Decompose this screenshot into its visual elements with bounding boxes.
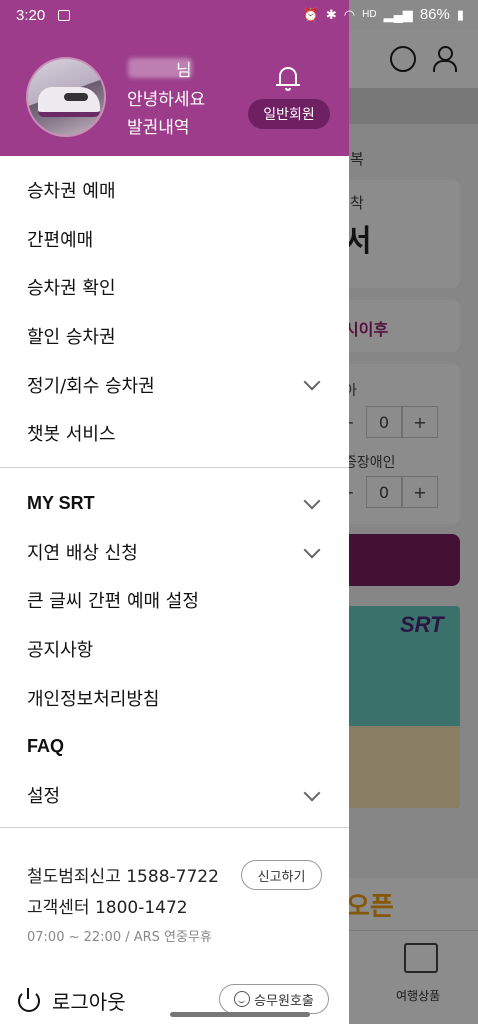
menu-item-label: 정기/회수 승차권 [27, 375, 155, 397]
call-crew-button[interactable]: 승무원호출 [219, 984, 329, 1014]
menu-item-ticket-check[interactable]: 승차권 확인 [0, 263, 349, 312]
menu-secondary: MY SRT 지연 배상 신청 큰 글씨 간편 예매 설정 공지사항 개인정보처… [0, 479, 349, 819]
train-window [64, 93, 88, 101]
tickets-history-link[interactable]: 발권내역 [127, 113, 190, 138]
chevron-down-icon [303, 373, 321, 391]
logout-button[interactable]: 로그아웃 [18, 986, 126, 1015]
menu-item-notices[interactable]: 공지사항 [0, 625, 349, 674]
chevron-down-icon [303, 784, 321, 802]
alarm-icon: ⏰ [302, 6, 319, 22]
menu-item-my-srt[interactable]: MY SRT [0, 479, 349, 528]
menu-item-label: FAQ [27, 735, 65, 756]
menu-item-discount-tickets[interactable]: 할인 승차권 [0, 312, 349, 361]
power-icon [18, 987, 40, 1012]
wifi-icon: ◠ [343, 6, 356, 22]
menu-item-label: 승차권 예매 [27, 181, 116, 203]
menu-item-label: 챗봇 서비스 [27, 424, 116, 446]
menu-item-delay-compensation[interactable]: 지연 배상 신청 [0, 528, 349, 577]
menu-item-privacy-policy[interactable]: 개인정보처리방침 [0, 673, 349, 722]
navigation-drawer: 님 안녕하세요 발권내역 일반회원 승차권 예매 간편예매 승차권 확인 할인 … [0, 30, 349, 1024]
menu-item-season-tickets[interactable]: 정기/회수 승차권 [0, 360, 349, 409]
crime-report-number[interactable]: 철도범죄신고 1588-7722 [27, 862, 219, 887]
gesture-home-bar[interactable] [170, 1012, 310, 1017]
battery-level: 86% [419, 6, 450, 23]
report-button[interactable]: 신고하기 [241, 860, 322, 890]
member-badge: 일반회원 [248, 99, 330, 129]
battery-icon: ▮ [456, 6, 464, 22]
menu-item-label: 승차권 확인 [27, 278, 116, 300]
menu-item-settings[interactable]: 설정 [0, 771, 349, 820]
menu-item-chatbot[interactable]: 챗봇 서비스 [0, 409, 349, 458]
menu-item-label: MY SRT [27, 492, 95, 513]
menu-item-label: 큰 글씨 간편 예매 설정 [27, 591, 199, 613]
menu-item-label: 간편예매 [27, 229, 94, 251]
signal-icon: ▂▄▆ [383, 6, 413, 22]
profile-header: 님 안녕하세요 발권내역 일반회원 [0, 30, 349, 156]
status-bar: 3:20 ⏰ ✱ ◠ HD ▂▄▆ 86% ▮ [0, 0, 478, 30]
gallery-notification-icon [58, 10, 70, 21]
profile-name-suffix: 님 [176, 61, 192, 81]
menu-item-large-font-setting[interactable]: 큰 글씨 간편 예매 설정 [0, 576, 349, 625]
menu-divider [0, 467, 349, 468]
smile-icon [234, 991, 251, 1007]
customer-center-number[interactable]: 고객센터 1800-1472 [27, 893, 188, 918]
contact-divider [0, 827, 349, 828]
menu-item-label: 공지사항 [27, 640, 94, 662]
call-crew-label: 승무원호출 [254, 993, 314, 1009]
train-image [38, 87, 100, 117]
bluetooth-icon: ✱ [325, 6, 337, 22]
logout-label: 로그아웃 [52, 990, 126, 1014]
menu-item-faq[interactable]: FAQ [0, 722, 349, 771]
menu-item-label: 설정 [27, 785, 61, 807]
menu-primary: 승차권 예매 간편예매 승차권 확인 할인 승차권 정기/회수 승차권 챗봇 서… [0, 166, 349, 458]
customer-center-hours: 07:00 ~ 22:00 / ARS 연중무휴 [27, 930, 212, 945]
status-time: 3:20 [16, 7, 46, 24]
menu-item-ticket-booking[interactable]: 승차권 예매 [0, 166, 349, 215]
network-label: HD [362, 9, 377, 20]
greeting-text: 안녕하세요 [127, 90, 206, 110]
menu-item-label: 지연 배상 신청 [27, 542, 138, 564]
chevron-down-icon [303, 492, 321, 510]
menu-item-label: 할인 승차권 [27, 327, 116, 349]
avatar [26, 57, 106, 137]
chevron-down-icon [303, 541, 321, 559]
menu-item-quick-booking[interactable]: 간편예매 [0, 215, 349, 264]
bell-icon[interactable] [276, 66, 300, 92]
menu-item-label: 개인정보처리방침 [27, 688, 160, 710]
status-icons: ⏰ ✱ ◠ HD ▂▄▆ 86% ▮ [303, 6, 464, 23]
